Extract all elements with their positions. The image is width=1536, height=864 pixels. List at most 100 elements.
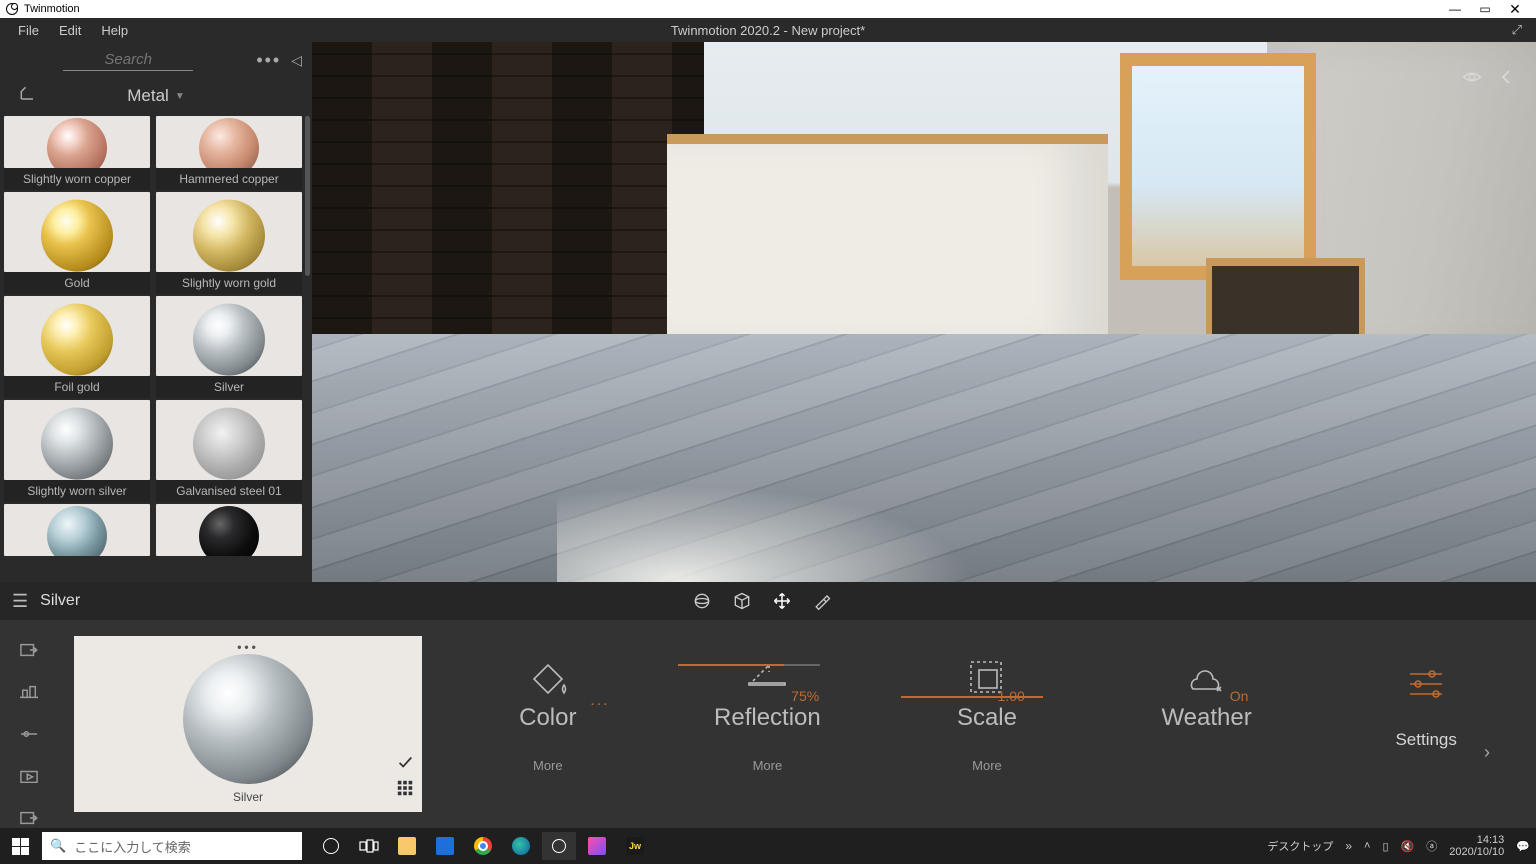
undock-icon[interactable]: ⤢ — [1506, 22, 1528, 38]
material-preview: ••• Silver — [58, 620, 438, 828]
ime-icon[interactable]: ⓐ — [1426, 838, 1437, 854]
material-label: Hammered copper — [156, 168, 302, 190]
app-icon-1[interactable] — [580, 832, 614, 860]
bucket-icon — [524, 656, 572, 702]
minimize-button[interactable]: — — [1440, 2, 1470, 16]
taskview-icon[interactable] — [352, 832, 386, 860]
chrome-icon[interactable] — [466, 832, 500, 860]
taskbar-search[interactable]: 🔍 ここに入力して検索 — [42, 832, 302, 860]
reflection-value[interactable]: 75% — [791, 688, 819, 704]
preview-options-icon[interactable]: ••• — [237, 640, 259, 654]
library-scrollbar[interactable] — [305, 116, 310, 276]
tray-overflow-icon[interactable]: » — [1345, 839, 1352, 853]
param-weather[interactable]: On Weather — [1097, 656, 1317, 732]
menu-bar: File Edit Help Twinmotion 2020.2 - New p… — [0, 18, 1536, 42]
material-thumb[interactable]: Silver — [156, 296, 302, 398]
material-label: Slightly worn silver — [4, 480, 150, 502]
clock[interactable]: 14:13 2020/10/10 — [1449, 834, 1504, 858]
param-color[interactable]: ... Color More — [438, 656, 658, 773]
visibility-icon[interactable] — [1462, 68, 1482, 91]
desktop-label[interactable]: デスクトップ — [1267, 838, 1333, 854]
material-thumb[interactable] — [156, 504, 302, 556]
reflection-icon — [743, 656, 791, 702]
collapse-panel-icon[interactable]: ◁ — [291, 52, 302, 69]
param-scale[interactable]: 1.00 Scale More — [877, 656, 1097, 773]
selected-material-name: Silver — [40, 592, 80, 610]
library-panel: ••• ◁ Metal ▼ Slightly worn copper Hammer… — [0, 42, 312, 582]
scale-value[interactable]: 1.00 — [998, 688, 1025, 704]
close-button[interactable]: ✕ — [1500, 1, 1530, 18]
nature-slider-icon[interactable] — [17, 724, 41, 744]
material-thumb[interactable] — [4, 504, 150, 556]
material-label: Galvanised steel 01 — [156, 480, 302, 502]
material-label: Foil gold — [4, 376, 150, 398]
material-thumb[interactable]: Slightly worn silver — [4, 400, 150, 502]
library-search-input[interactable] — [63, 49, 193, 71]
material-label: Slightly worn copper — [4, 168, 150, 190]
reflection-slider[interactable] — [678, 664, 820, 666]
cortana-icon[interactable] — [314, 832, 348, 860]
weather-icon — [1183, 656, 1231, 702]
edge-icon[interactable] — [504, 832, 538, 860]
explorer-icon[interactable] — [390, 832, 424, 860]
dropdown-caret-icon[interactable]: ▼ — [175, 91, 185, 102]
battery-icon[interactable]: ▯ — [1382, 840, 1388, 853]
selection-bar: ☰ Silver — [0, 582, 1536, 620]
viewport[interactable] — [312, 42, 1536, 582]
outlook-icon[interactable] — [428, 832, 462, 860]
material-thumb[interactable]: Slightly worn gold — [156, 192, 302, 294]
scale-more[interactable]: More — [972, 758, 1002, 773]
volume-mute-icon[interactable]: 🔇 — [1401, 840, 1415, 853]
dock: ••• Silver ... Color More 75% Reflection… — [0, 620, 1536, 828]
start-button[interactable] — [0, 828, 40, 864]
material-label: Slightly worn gold — [156, 272, 302, 294]
material-label: Silver — [156, 376, 302, 398]
window-titlebar: Twinmotion — ▭ ✕ — [0, 0, 1536, 18]
collapse-right-icon[interactable] — [1496, 68, 1516, 91]
preview-sphere[interactable] — [183, 654, 313, 784]
app-icon-2[interactable]: Jw — [618, 832, 652, 860]
library-options-icon[interactable]: ••• — [256, 50, 281, 71]
media-icon[interactable] — [17, 766, 41, 786]
dock-sidebar — [0, 620, 58, 828]
export-icon[interactable] — [17, 808, 41, 828]
material-label: Gold — [4, 272, 150, 294]
cube-icon[interactable] — [731, 590, 753, 612]
material-thumb[interactable]: Foil gold — [4, 296, 150, 398]
eyedropper-icon[interactable] — [811, 590, 833, 612]
grid-view-icon[interactable] — [396, 779, 414, 802]
menu-help[interactable]: Help — [91, 23, 138, 38]
param-settings[interactable]: Settings › — [1316, 656, 1536, 750]
app-logo-icon — [6, 3, 18, 15]
library-category[interactable]: Metal — [127, 86, 169, 106]
menu-icon[interactable]: ☰ — [12, 591, 28, 612]
material-thumb[interactable]: Hammered copper — [156, 116, 302, 190]
apply-icon[interactable] — [396, 753, 414, 776]
orbit-icon[interactable] — [691, 590, 713, 612]
sliders-icon — [1402, 659, 1450, 705]
preview-label: Silver — [233, 790, 263, 804]
urban-icon[interactable] — [17, 682, 41, 702]
twinmotion-taskbar-icon[interactable] — [542, 832, 576, 860]
import-icon[interactable] — [17, 640, 41, 660]
windows-taskbar: 🔍 ここに入力して検索 Jw デスクトップ » ˄ ▯ 🔇 ⓐ 14:13 20… — [0, 828, 1536, 864]
move-icon[interactable] — [771, 590, 793, 612]
material-thumb[interactable]: Gold — [4, 192, 150, 294]
weather-value[interactable]: On — [1230, 688, 1249, 704]
color-more[interactable]: More — [533, 758, 563, 773]
reflection-more[interactable]: More — [753, 758, 783, 773]
settings-chevron-icon: › — [1484, 742, 1490, 763]
menu-file[interactable]: File — [8, 23, 49, 38]
back-up-icon[interactable] — [18, 85, 38, 108]
notification-icon[interactable]: 💬 — [1516, 840, 1530, 853]
tray-chevron-icon[interactable]: ˄ — [1364, 840, 1370, 852]
color-more-dots[interactable]: ... — [590, 692, 609, 710]
material-grid: Slightly worn copper Hammered copper Gold S… — [0, 114, 312, 582]
viewport-tools — [691, 590, 833, 612]
menu-edit[interactable]: Edit — [49, 23, 91, 38]
material-thumb[interactable]: Galvanised steel 01 — [156, 400, 302, 502]
document-title: Twinmotion 2020.2 - New project* — [671, 23, 865, 38]
material-thumb[interactable]: Slightly worn copper — [4, 116, 150, 190]
maximize-button[interactable]: ▭ — [1470, 2, 1500, 16]
param-reflection[interactable]: 75% Reflection More — [658, 656, 878, 773]
